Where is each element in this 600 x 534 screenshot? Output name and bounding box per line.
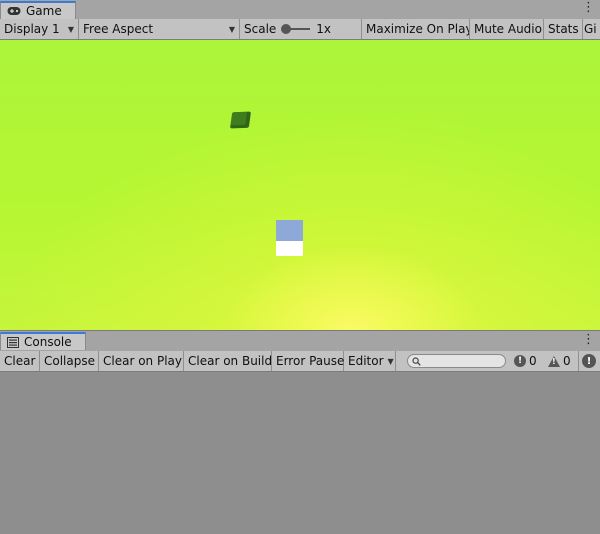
tab-console[interactable]: Console [0, 332, 86, 350]
error-pause-label: Error Pause [276, 354, 345, 368]
console-toolbar: Clear Collapse Clear on Play Clear on Bu… [0, 351, 600, 372]
clear-on-play-label: Clear on Play [103, 354, 182, 368]
scale-value: 1x [316, 22, 332, 36]
mute-audio-label: Mute Audio [474, 22, 542, 36]
collapse-label: Collapse [44, 354, 95, 368]
console-search-input[interactable] [407, 354, 506, 368]
game-viewport[interactable] [0, 40, 600, 330]
scale-slider-thumb[interactable] [281, 24, 292, 34]
chevron-down-icon: ▼ [387, 356, 394, 366]
aspect-dropdown-label: Free Aspect [83, 22, 154, 36]
scale-label: Scale [244, 22, 277, 36]
mute-audio-toggle[interactable]: Mute Audio [470, 19, 544, 39]
maximize-on-play-label: Maximize On Play [366, 22, 470, 36]
gizmos-label: Gi [584, 22, 597, 36]
clear-button[interactable]: Clear [0, 351, 40, 371]
chevron-down-icon: ▼ [67, 24, 74, 34]
game-toolbar: Display 1 ▼ Free Aspect ▼ Scale 1x Maxim… [0, 19, 600, 40]
tab-game[interactable]: Game [0, 1, 76, 19]
error-pause-toggle[interactable]: Error Pause [272, 351, 344, 371]
white-cube-top-face [276, 220, 303, 241]
info-count: 0 [529, 354, 537, 368]
console-list-icon [7, 336, 19, 348]
info-message-icon: ! [514, 355, 526, 367]
clear-on-build-toggle[interactable]: Clear on Build [184, 351, 272, 371]
error-icon: ! [582, 354, 596, 368]
white-cube [276, 220, 303, 256]
white-cube-front-face [276, 241, 303, 256]
clear-label: Clear [4, 354, 36, 368]
game-tab-menu-icon[interactable]: ⋮ [582, 1, 595, 14]
game-tab-bar: Game ⋮ [0, 0, 600, 20]
error-count-toggle[interactable]: ! [578, 351, 600, 371]
display-dropdown-label: Display 1 [4, 22, 60, 36]
search-icon [412, 356, 421, 366]
gizmos-dropdown[interactable]: Gi [583, 19, 600, 39]
display-dropdown[interactable]: Display 1 ▼ [0, 19, 79, 39]
editor-dropdown[interactable]: Editor ▼ [344, 351, 396, 371]
warning-count-toggle[interactable]: ! 0 [545, 351, 574, 371]
stats-toggle[interactable]: Stats [544, 19, 583, 39]
tab-game-label: Game [26, 4, 62, 18]
aspect-dropdown[interactable]: Free Aspect ▼ [79, 19, 240, 39]
clear-on-build-label: Clear on Build [188, 354, 273, 368]
warning-icon: ! [548, 355, 560, 367]
scale-control: Scale 1x [240, 19, 362, 39]
editor-dropdown-label: Editor [348, 354, 384, 368]
console-tab-menu-icon[interactable]: ⋮ [582, 333, 595, 346]
console-tab-bar: Console ⋮ [0, 330, 600, 352]
scale-slider[interactable] [281, 24, 311, 34]
chevron-down-icon: ▼ [228, 24, 235, 34]
collapse-toggle[interactable]: Collapse [40, 351, 99, 371]
clear-on-play-toggle[interactable]: Clear on Play [99, 351, 184, 371]
maximize-on-play-toggle[interactable]: Maximize On Play [362, 19, 470, 39]
stats-label: Stats [548, 22, 579, 36]
info-count-toggle[interactable]: ! 0 [511, 351, 540, 371]
green-cube [229, 111, 252, 129]
console-log-area[interactable] [0, 372, 600, 534]
tab-console-label: Console [24, 335, 72, 349]
warning-count: 0 [563, 354, 571, 368]
gamepad-icon [7, 7, 21, 15]
